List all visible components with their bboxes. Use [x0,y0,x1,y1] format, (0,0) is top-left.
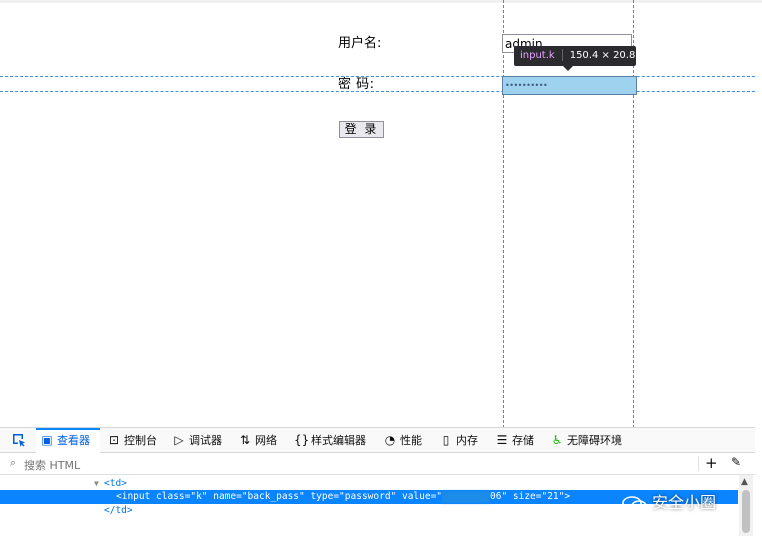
memory-icon: ▯ [442,433,450,447]
tab-label: 样式编辑器 [311,434,366,447]
tab-memory[interactable]: ▯ 内存 [439,428,478,453]
tab-storage[interactable]: ☰ 存储 [495,428,534,453]
search-html-input[interactable]: 搜索 HTML [24,457,80,473]
tab-console[interactable]: ⊡ 控制台 [107,428,157,453]
tab-debugger[interactable]: ▷ 调试器 [172,428,222,453]
expand-arrow-icon[interactable]: ▼ [94,477,99,491]
redacted-value [442,490,491,503]
tooltip-arrow [563,66,573,71]
tab-label: 无障碍环境 [567,434,622,447]
tab-label: 调试器 [189,434,222,447]
tab-label: 性能 [400,434,422,447]
accessibility-icon: ♿ [551,433,563,447]
watermark: 安全小圈 [622,489,716,513]
tooltip-dimensions: 150.4 × 20.8 [569,50,636,61]
devtools-panel: ▣ 查看器 ⊡ 控制台 ▷ 调试器 ⇅ 网络 {} 样式编辑器 ◔ 性能 ▯ 内存 ☰ 存储 ♿… [0,427,755,536]
element-picker-icon[interactable] [8,428,30,453]
tab-accessibility[interactable]: ♿ 无障碍环境 [550,428,622,453]
eyedropper-icon[interactable]: ✎ [731,455,741,469]
performance-icon: ◔ [384,433,396,447]
markup-text-before: <input class="k" name="back_pass" type="… [116,491,443,502]
tab-network[interactable]: ⇅ 网络 [238,428,277,453]
tab-label: 内存 [456,434,478,447]
style-editor-icon: {} [294,433,310,447]
tooltip-selector: input.k [520,50,555,61]
tab-performance[interactable]: ◔ 性能 [383,428,422,453]
markup-text: </td> [104,505,133,516]
username-label: 用户名: [338,36,382,51]
tab-label: 网络 [255,434,277,447]
inspector-tooltip: input.k 150.4 × 20.8 [514,46,636,66]
password-label: 密 码: [338,77,375,92]
inspector-guide-left [503,0,504,428]
add-node-icon[interactable]: + [705,454,718,472]
storage-icon: ☰ [496,433,508,447]
wechat-icon [622,495,647,512]
login-button[interactable]: 登 录 [339,121,384,138]
inspector-guide-bottom [0,91,755,92]
tab-label: 控制台 [124,434,157,447]
page-top-border [0,0,762,3]
tab-label: 查看器 [57,434,90,447]
inspector-icon: ▣ [41,433,53,447]
markup-text-after: 06" size="21"> [490,491,571,502]
inspector-guide-top [0,76,755,77]
toolbar-divider [698,456,699,471]
debugger-icon: ▷ [174,433,184,447]
tab-style-editor[interactable]: {} 样式编辑器 [294,428,366,453]
markup-text: <td> [104,478,127,489]
tab-inspector[interactable]: ▣ 查看器 [36,428,100,453]
tab-label: 存储 [512,434,534,447]
network-icon: ⇅ [239,433,251,447]
devtools-tabbar: ▣ 查看器 ⊡ 控制台 ▷ 调试器 ⇅ 网络 {} 样式编辑器 ◔ 性能 ▯ 内存 ☰ 存储 ♿… [0,427,755,453]
scroll-up-icon[interactable]: ▲ [741,477,748,487]
console-icon: ⊡ [108,433,120,447]
search-icon: ⌕ [10,456,17,469]
password-input[interactable]: •••••••••• [502,76,637,95]
html-search-bar: ⌕ 搜索 HTML + ✎ [0,453,755,475]
scroll-thumb[interactable] [742,490,750,533]
markup-text: <input class="k" name="back_pass" type="… [116,490,570,504]
watermark-text: 安全小圈 [652,493,717,512]
